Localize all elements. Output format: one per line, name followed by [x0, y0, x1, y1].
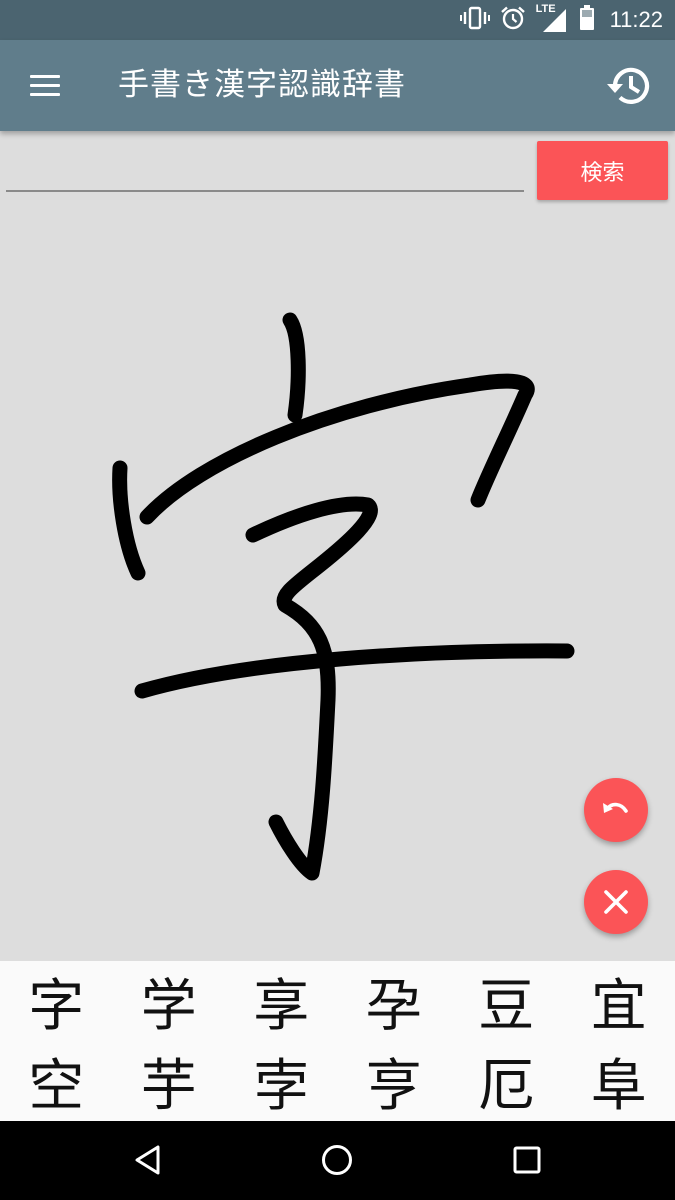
candidate-character[interactable]: 宜: [563, 961, 675, 1041]
candidate-character[interactable]: 亨: [338, 1041, 451, 1121]
drawn-stroke: [134, 643, 575, 699]
status-time: 11:22: [609, 7, 663, 32]
back-button[interactable]: [128, 1140, 168, 1180]
battery-icon: [578, 4, 596, 36]
query-input[interactable]: [6, 150, 524, 192]
candidate-character[interactable]: 豆: [450, 961, 563, 1041]
candidate-character[interactable]: 孛: [225, 1041, 338, 1121]
network-type-label: LTE: [535, 3, 556, 15]
navigation-bar: [0, 1121, 675, 1200]
vibrate-icon: [459, 5, 490, 35]
candidate-character[interactable]: 芋: [113, 1041, 226, 1121]
clear-button[interactable]: [584, 870, 648, 934]
history-icon: [607, 67, 650, 104]
back-icon: [135, 1145, 160, 1175]
alarm-icon: [500, 5, 526, 35]
drawn-stroke: [139, 373, 535, 525]
status-bar: LTE 11:22: [0, 0, 675, 40]
signal-icon: LTE: [535, 3, 568, 35]
home-icon: [322, 1145, 352, 1175]
candidate-list: 字 学 享 孕 豆 宜 空 芋 孛 亨 厄 阜: [0, 961, 675, 1121]
candidate-character[interactable]: 空: [0, 1041, 113, 1121]
candidate-character[interactable]: 阜: [563, 1041, 675, 1121]
recents-icon: [513, 1146, 541, 1174]
search-button[interactable]: 検索: [537, 141, 668, 200]
close-icon: [604, 890, 628, 914]
history-button[interactable]: [605, 62, 653, 110]
menu-button[interactable]: [26, 69, 66, 101]
app-title: 手書き漢字認識辞書: [118, 67, 406, 103]
undo-icon: [603, 802, 628, 813]
handwriting-canvas[interactable]: [0, 210, 675, 960]
recents-button[interactable]: [507, 1140, 547, 1180]
status-icons: LTE 11:22: [459, 0, 663, 40]
app-bar: 手書き漢字認識辞書: [0, 40, 675, 131]
drawn-stroke: [245, 496, 378, 881]
candidate-character[interactable]: 享: [225, 961, 338, 1041]
candidate-character[interactable]: 孕: [338, 961, 451, 1041]
drawn-stroke: [282, 312, 306, 423]
menu-icon: [30, 75, 60, 78]
drawn-stroke: [112, 460, 146, 581]
candidate-character[interactable]: 字: [0, 961, 113, 1041]
home-button[interactable]: [317, 1140, 357, 1180]
undo-button[interactable]: [584, 778, 648, 842]
candidate-character[interactable]: 学: [113, 961, 226, 1041]
candidate-character[interactable]: 厄: [450, 1041, 563, 1121]
